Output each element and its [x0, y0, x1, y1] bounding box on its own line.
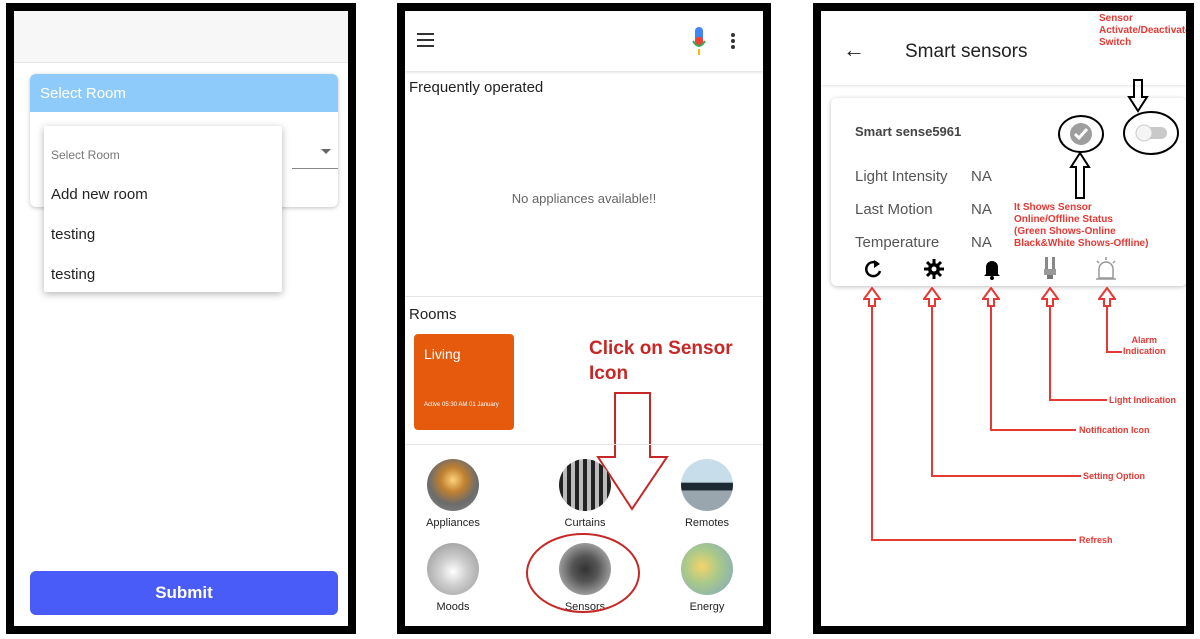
bell-icon[interactable]	[982, 258, 1002, 280]
divider	[405, 296, 763, 297]
dropdown-arrow-icon[interactable]	[321, 149, 331, 154]
room-status: Active 05:30 AM 01 January	[424, 402, 499, 408]
online-status-icon	[1070, 123, 1092, 145]
bulb-icon	[427, 459, 479, 511]
rooms-heading: Rooms	[409, 306, 457, 323]
refresh-leader	[871, 306, 873, 540]
app-bar	[14, 11, 348, 63]
tile-label: Moods	[436, 601, 470, 613]
click-sensor-callout: Click on Sensor Icon	[589, 338, 733, 384]
setting-leader	[931, 475, 1081, 477]
tile-label: Remotes	[684, 517, 730, 529]
alarm-icon[interactable]	[1093, 256, 1119, 282]
hamburger-menu-icon[interactable]	[417, 33, 434, 47]
light-bulb-icon[interactable]	[1041, 256, 1059, 282]
submit-button[interactable]: Submit	[30, 571, 338, 615]
switch-pointer-arrow	[1127, 79, 1149, 113]
dropdown-hint: Select Room	[51, 148, 120, 162]
alarm-leader	[1106, 306, 1108, 352]
refresh-icon[interactable]	[863, 258, 883, 280]
back-arrow-icon[interactable]: ←	[843, 37, 865, 63]
dropdown-option-testing[interactable]: testing	[51, 226, 95, 243]
energy-icon	[681, 543, 733, 595]
sensors-highlight-circle	[526, 533, 640, 613]
temperature-label: Temperature	[855, 234, 940, 251]
last-motion-label: Last Motion	[855, 201, 933, 218]
notification-annotation: Notification Icon	[1079, 425, 1150, 435]
sensor-card: Smart sense5961 Light Intensity NA Last …	[831, 98, 1186, 286]
page-title: Smart sensors	[905, 41, 1028, 62]
status-annotation: It Shows Sensor Online/Offline Status (G…	[1014, 202, 1149, 249]
dropdown-option-add-new-room[interactable]: Add new room	[51, 186, 148, 203]
curtains-icon	[559, 459, 611, 511]
sensor-name: Smart sense5961	[855, 124, 962, 139]
moods-icon	[427, 543, 479, 595]
notification-pointer-arrow	[982, 287, 1000, 307]
room-name: Living	[424, 346, 461, 362]
last-motion-value: NA	[971, 201, 992, 218]
setting-pointer-arrow	[923, 287, 941, 307]
empty-appliances-message: No appliances available!!	[511, 191, 657, 206]
setting-annotation: Setting Option	[1083, 471, 1145, 481]
tile-label: Appliances	[426, 517, 480, 529]
notification-leader	[990, 429, 1076, 431]
light-leader	[1049, 306, 1051, 400]
home-screen: Frequently operated No appliances availa…	[397, 3, 771, 634]
divider	[405, 444, 763, 445]
select-underline	[292, 168, 338, 169]
more-options-icon[interactable]	[731, 33, 735, 49]
light-pointer-arrow	[1041, 287, 1059, 307]
refresh-pointer-arrow	[863, 287, 881, 307]
tile-appliances[interactable]: Appliances	[413, 459, 493, 529]
smart-sensors-screen: ← Smart sensors Sensor Activate/Deactiva…	[813, 3, 1194, 634]
alarm-pointer-arrow	[1098, 287, 1116, 307]
microphone-icon[interactable]	[692, 27, 706, 57]
light-leader	[1049, 399, 1107, 401]
room-selection-screen: Select Room Select Room Add new room tes…	[6, 3, 356, 634]
remote-icon	[681, 459, 733, 511]
tile-curtains[interactable]: Curtains	[545, 459, 625, 529]
light-intensity-value: NA	[971, 168, 992, 185]
notification-leader	[990, 306, 992, 430]
room-card-living[interactable]: Living Active 05:30 AM 01 January	[414, 334, 514, 430]
room-dropdown-menu: Select Room Add new room testing testing	[44, 126, 282, 292]
tile-remotes[interactable]: Remotes	[667, 459, 747, 529]
app-bar	[405, 11, 763, 71]
refresh-annotation: Refresh	[1079, 535, 1113, 545]
tile-label: Energy	[689, 601, 725, 613]
switch-annotation: Sensor Activate/Deactivate Switch	[1099, 13, 1191, 48]
light-intensity-label: Light Intensity	[855, 168, 948, 185]
activate-toggle-switch[interactable]	[1134, 124, 1170, 142]
status-pointer-arrow	[1069, 152, 1091, 199]
light-annotation: Light Indication	[1109, 395, 1176, 405]
frequently-operated-heading: Frequently operated	[409, 79, 544, 96]
tile-energy[interactable]: Energy	[667, 543, 747, 613]
alarm-leader	[1106, 351, 1122, 353]
temperature-value: NA	[971, 234, 992, 251]
setting-leader	[931, 306, 933, 476]
select-room-header: Select Room	[30, 74, 338, 112]
tile-label: Curtains	[564, 517, 606, 529]
gear-icon[interactable]	[923, 258, 945, 280]
tile-moods[interactable]: Moods	[413, 543, 493, 613]
refresh-leader	[871, 539, 1076, 541]
alarm-annotation: Alarm Indication	[1123, 335, 1166, 356]
dropdown-option-testing-2[interactable]: testing	[51, 266, 95, 283]
